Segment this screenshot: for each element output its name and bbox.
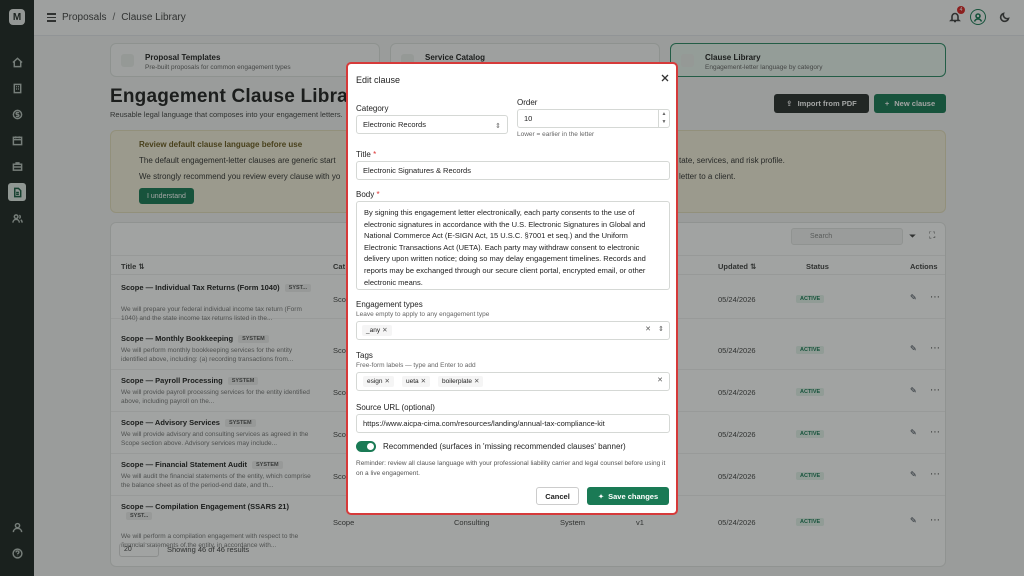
tags-input[interactable]: esign ✕ ueta ✕ boilerplate ✕ ✕	[356, 372, 670, 391]
recommended-label: Recommended (surfaces in 'missing recomm…	[383, 442, 626, 451]
title-input[interactable]: Electronic Signatures & Records	[356, 161, 670, 180]
recommended-toggle[interactable]	[356, 441, 376, 452]
save-label: Save changes	[608, 491, 659, 501]
remove-chip-icon: ✕	[382, 327, 388, 334]
order-value: 10	[524, 114, 533, 123]
order-hint: Lower = earlier in the letter	[517, 131, 595, 138]
remove-chip-icon: ✕	[474, 378, 480, 385]
category-value: Electronic Records	[363, 120, 426, 129]
tags-hint: Free-form labels — type and Enter to add	[356, 362, 476, 369]
engagement-types-label: Engagement types	[356, 300, 423, 309]
source-url-label: Source URL (optional)	[356, 403, 435, 412]
select-caret-icon[interactable]: ⇕	[658, 325, 664, 333]
chip-ueta[interactable]: ueta ✕	[402, 376, 431, 387]
category-select[interactable]: Electronic Records ⇕	[356, 115, 508, 134]
category-label: Category	[356, 104, 389, 113]
reminder-text: Reminder: review all clause language wit…	[356, 460, 666, 477]
clear-icon[interactable]: ✕	[645, 325, 651, 333]
save-changes-button[interactable]: ✦ Save changes	[587, 487, 669, 505]
title-label: Title *	[356, 150, 377, 159]
remove-chip-icon: ✕	[420, 378, 427, 385]
order-label: Order	[517, 98, 538, 107]
tags-label: Tags	[356, 351, 373, 360]
remove-chip-icon: ✕	[384, 378, 390, 385]
body-label: Body *	[356, 190, 380, 199]
edit-clause-dialog: Edit clause Category Electronic Records …	[346, 62, 678, 515]
save-icon: ✦	[597, 491, 605, 501]
body-textarea[interactable]: By signing this engagement letter electr…	[356, 201, 670, 290]
chip-boilerplate[interactable]: boilerplate ✕	[438, 376, 484, 387]
close-icon[interactable]	[660, 73, 670, 83]
chip-any[interactable]: _any ✕	[362, 325, 392, 336]
engagement-types-input[interactable]: _any ✕ ✕ ⇕	[356, 321, 670, 340]
cancel-button[interactable]: Cancel	[536, 487, 579, 505]
source-url-input[interactable]: https://www.aicpa-cima.com/resources/lan…	[356, 414, 670, 433]
stepper-icon[interactable]: ▲ ▼	[658, 110, 669, 127]
select-caret-icon: ⇕	[495, 123, 501, 130]
dialog-title: Edit clause	[356, 75, 401, 85]
chip-esign[interactable]: esign ✕	[363, 376, 394, 387]
order-input[interactable]: 10 ▲ ▼	[517, 109, 670, 128]
engagement-types-hint: Leave empty to apply to any engagement t…	[356, 311, 490, 318]
clear-icon[interactable]: ✕	[657, 376, 663, 384]
